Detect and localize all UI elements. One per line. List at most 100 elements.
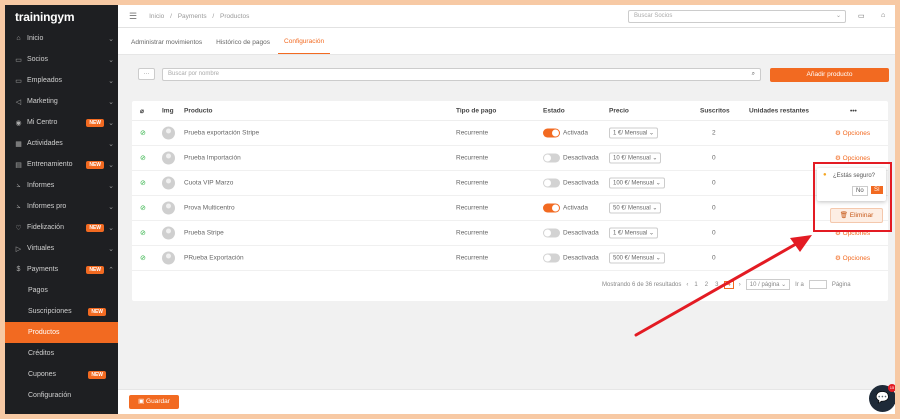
header-unidades-restantes[interactable]: Unidades restantes: [749, 107, 809, 114]
page-2[interactable]: 2: [704, 282, 709, 288]
payment-type: Recurrente: [456, 229, 489, 237]
status-toggle-group: Desactivada: [543, 178, 599, 188]
product-image-placeholder: [162, 201, 175, 215]
sidebar-item-socios[interactable]: ▭ Socios ⌄: [5, 49, 118, 70]
status-toggle[interactable]: [543, 253, 560, 263]
message-icon[interactable]: ▭: [858, 12, 865, 20]
sidebar-item-entrenamiento[interactable]: ▤ Entrenamiento NEW ⌄: [5, 154, 118, 175]
options-button[interactable]: ⚙ Opciones: [835, 254, 870, 262]
status-toggle-group: Desactivada: [543, 253, 599, 263]
sidebar-item-label: Actividades: [27, 140, 63, 147]
sidebar-item-label: Inicio: [27, 35, 44, 42]
price-select[interactable]: 100 €/ Mensual ⌄: [609, 177, 665, 189]
status-toggle[interactable]: [543, 228, 560, 238]
sidebar-item-mi-centro[interactable]: ◉ Mi Centro NEW ⌄: [5, 112, 118, 133]
sidebar-subitem-productos[interactable]: Productos: [5, 322, 118, 343]
check-circle-icon: ⊘: [140, 180, 146, 187]
price-select[interactable]: 1 €/ Mensual ⌄: [609, 127, 659, 139]
product-name[interactable]: Cuota VIP Marzo: [184, 180, 233, 187]
product-name[interactable]: PRueba Exportación: [184, 255, 244, 262]
breadcrumb-inicio[interactable]: Inicio: [149, 13, 164, 20]
product-search-input[interactable]: Buscar por nombre ⌕: [162, 68, 761, 81]
sidebar-subitem-suscripciones[interactable]: Suscripciones NEW: [5, 301, 118, 322]
header-estado[interactable]: Estado: [543, 107, 565, 114]
breadcrumb-payments[interactable]: Payments: [178, 13, 207, 20]
sidebar-item-fidelización[interactable]: ♡ Fidelización NEW ⌄: [5, 217, 118, 238]
chevron-down-icon: ⌄: [108, 140, 114, 148]
sidebar-subitem-cupones[interactable]: Cupones NEW: [5, 364, 118, 385]
prev-page-icon[interactable]: ‹: [686, 282, 688, 288]
more-filters-button[interactable]: ···: [138, 68, 155, 80]
home-icon: ⌂: [16, 35, 21, 42]
subscribers-count: 0: [712, 204, 716, 212]
status-toggle-group: Activada: [543, 128, 588, 138]
table-row: ⊘ Cuota VIP Marzo Recurrente Desactivada 100…: [132, 171, 888, 196]
subscribers-count: 0: [712, 179, 716, 187]
price-value: 50 €/ Mensual: [613, 205, 651, 212]
sidebar-subitem-créditos[interactable]: Créditos: [5, 343, 118, 364]
heart-icon: ♡: [15, 224, 22, 232]
page-4[interactable]: 4: [724, 280, 734, 289]
chat-unread-badge: 15: [888, 384, 895, 392]
sidebar-item-payments[interactable]: $ Payments NEW ⌃: [5, 259, 118, 280]
header-producto[interactable]: Producto: [184, 107, 213, 114]
status-toggle[interactable]: [543, 203, 560, 213]
sidebar-item-informes[interactable]: ⦣ Informes ⌄: [5, 175, 118, 196]
save-button[interactable]: ▣ Guardar: [129, 395, 179, 409]
column-settings-button[interactable]: •••: [850, 107, 857, 114]
page-3[interactable]: 3: [714, 282, 719, 288]
add-product-button[interactable]: Añadir producto: [770, 68, 889, 82]
sidebar-subnav: Pagos Suscripciones NEW Productos Créditos Cu…: [5, 280, 118, 406]
menu-icon[interactable]: ☰: [129, 11, 137, 22]
product-image-placeholder: [162, 151, 175, 165]
price-select[interactable]: 50 €/ Mensual ⌄: [609, 202, 662, 214]
product-name[interactable]: Prova Multicentro: [184, 205, 235, 212]
sidebar-subitem-label: Pagos: [28, 287, 48, 294]
sidebar-subitem-pagos[interactable]: Pagos: [5, 280, 118, 301]
options-button[interactable]: ⚙ Opciones: [835, 129, 870, 137]
main-content: ☰ Inicio / Payments / Productos Buscar S…: [118, 5, 895, 414]
tab-administrar-movimientos[interactable]: Administrar movimientos: [125, 39, 208, 54]
next-page-icon[interactable]: ›: [739, 282, 741, 288]
sidebar-item-marketing[interactable]: ◁ Marketing ⌄: [5, 91, 118, 112]
status-toggle[interactable]: [543, 128, 560, 138]
sidebar-subitem-label: Cupones: [28, 371, 57, 378]
payment-type: Recurrente: [456, 129, 489, 137]
search-icon[interactable]: ⌕: [752, 69, 755, 80]
product-name[interactable]: Prueba Importación: [184, 155, 241, 162]
price-select[interactable]: 500 €/ Mensual ⌄: [609, 252, 665, 264]
card-icon: ▭: [15, 56, 22, 64]
tab-configuracion[interactable]: Configuración: [278, 38, 331, 54]
price-select[interactable]: 1 €/ Mensual ⌄: [609, 227, 659, 239]
page-1[interactable]: 1: [693, 282, 698, 288]
price-select[interactable]: 10 €/ Mensual ⌄: [609, 152, 662, 164]
sidebar-subitem-configuración[interactable]: Configuración: [5, 385, 118, 406]
product-name[interactable]: Prueba Stripe: [184, 230, 224, 237]
subscribers-count: 0: [712, 254, 716, 262]
member-search-input[interactable]: Buscar Socios ⌄: [628, 10, 846, 23]
tab-historico-pagos[interactable]: Histórico de pagos: [210, 39, 276, 54]
options-button[interactable]: ⚙ Opciones: [835, 154, 870, 162]
status-label: Desactivada: [563, 154, 599, 162]
status-toggle[interactable]: [543, 153, 560, 163]
status-toggle[interactable]: [543, 178, 560, 188]
page-size-select[interactable]: 10 / página ⌄: [745, 279, 791, 290]
payment-type: Recurrente: [456, 204, 489, 212]
product-image-placeholder: [162, 126, 175, 140]
app-frame: trainingym ⌂ Inicio ⌄ ▭ Socios ⌄ ▭ Empleados ⌄ ◁ M…: [5, 5, 895, 414]
pagination: Mostrando 6 de 36 resultados ‹ 1 2 3 4 ›…: [602, 279, 851, 290]
header-suscritos[interactable]: Suscritos: [700, 107, 730, 114]
goto-page-input[interactable]: [808, 280, 827, 289]
home-icon[interactable]: ⌂: [881, 12, 885, 19]
price-value: 100 €/ Mensual: [613, 180, 655, 187]
sidebar-item-label: Mi Centro: [27, 119, 58, 126]
header-precio[interactable]: Precio: [609, 107, 629, 114]
breadcrumb-separator: /: [170, 12, 172, 20]
sidebar-item-empleados[interactable]: ▭ Empleados ⌄: [5, 70, 118, 91]
sidebar-item-inicio[interactable]: ⌂ Inicio ⌄: [5, 28, 118, 49]
header-tipo-pago[interactable]: Tipo de pago: [456, 107, 496, 114]
sidebar-item-informes-pro[interactable]: ⦣ Informes pro ⌄: [5, 196, 118, 217]
sidebar-item-actividades[interactable]: ▦ Actividades ⌄: [5, 133, 118, 154]
product-name[interactable]: Prueba exportación Stripe: [184, 130, 259, 137]
sidebar-item-virtuales[interactable]: ▷ Virtuales ⌄: [5, 238, 118, 259]
